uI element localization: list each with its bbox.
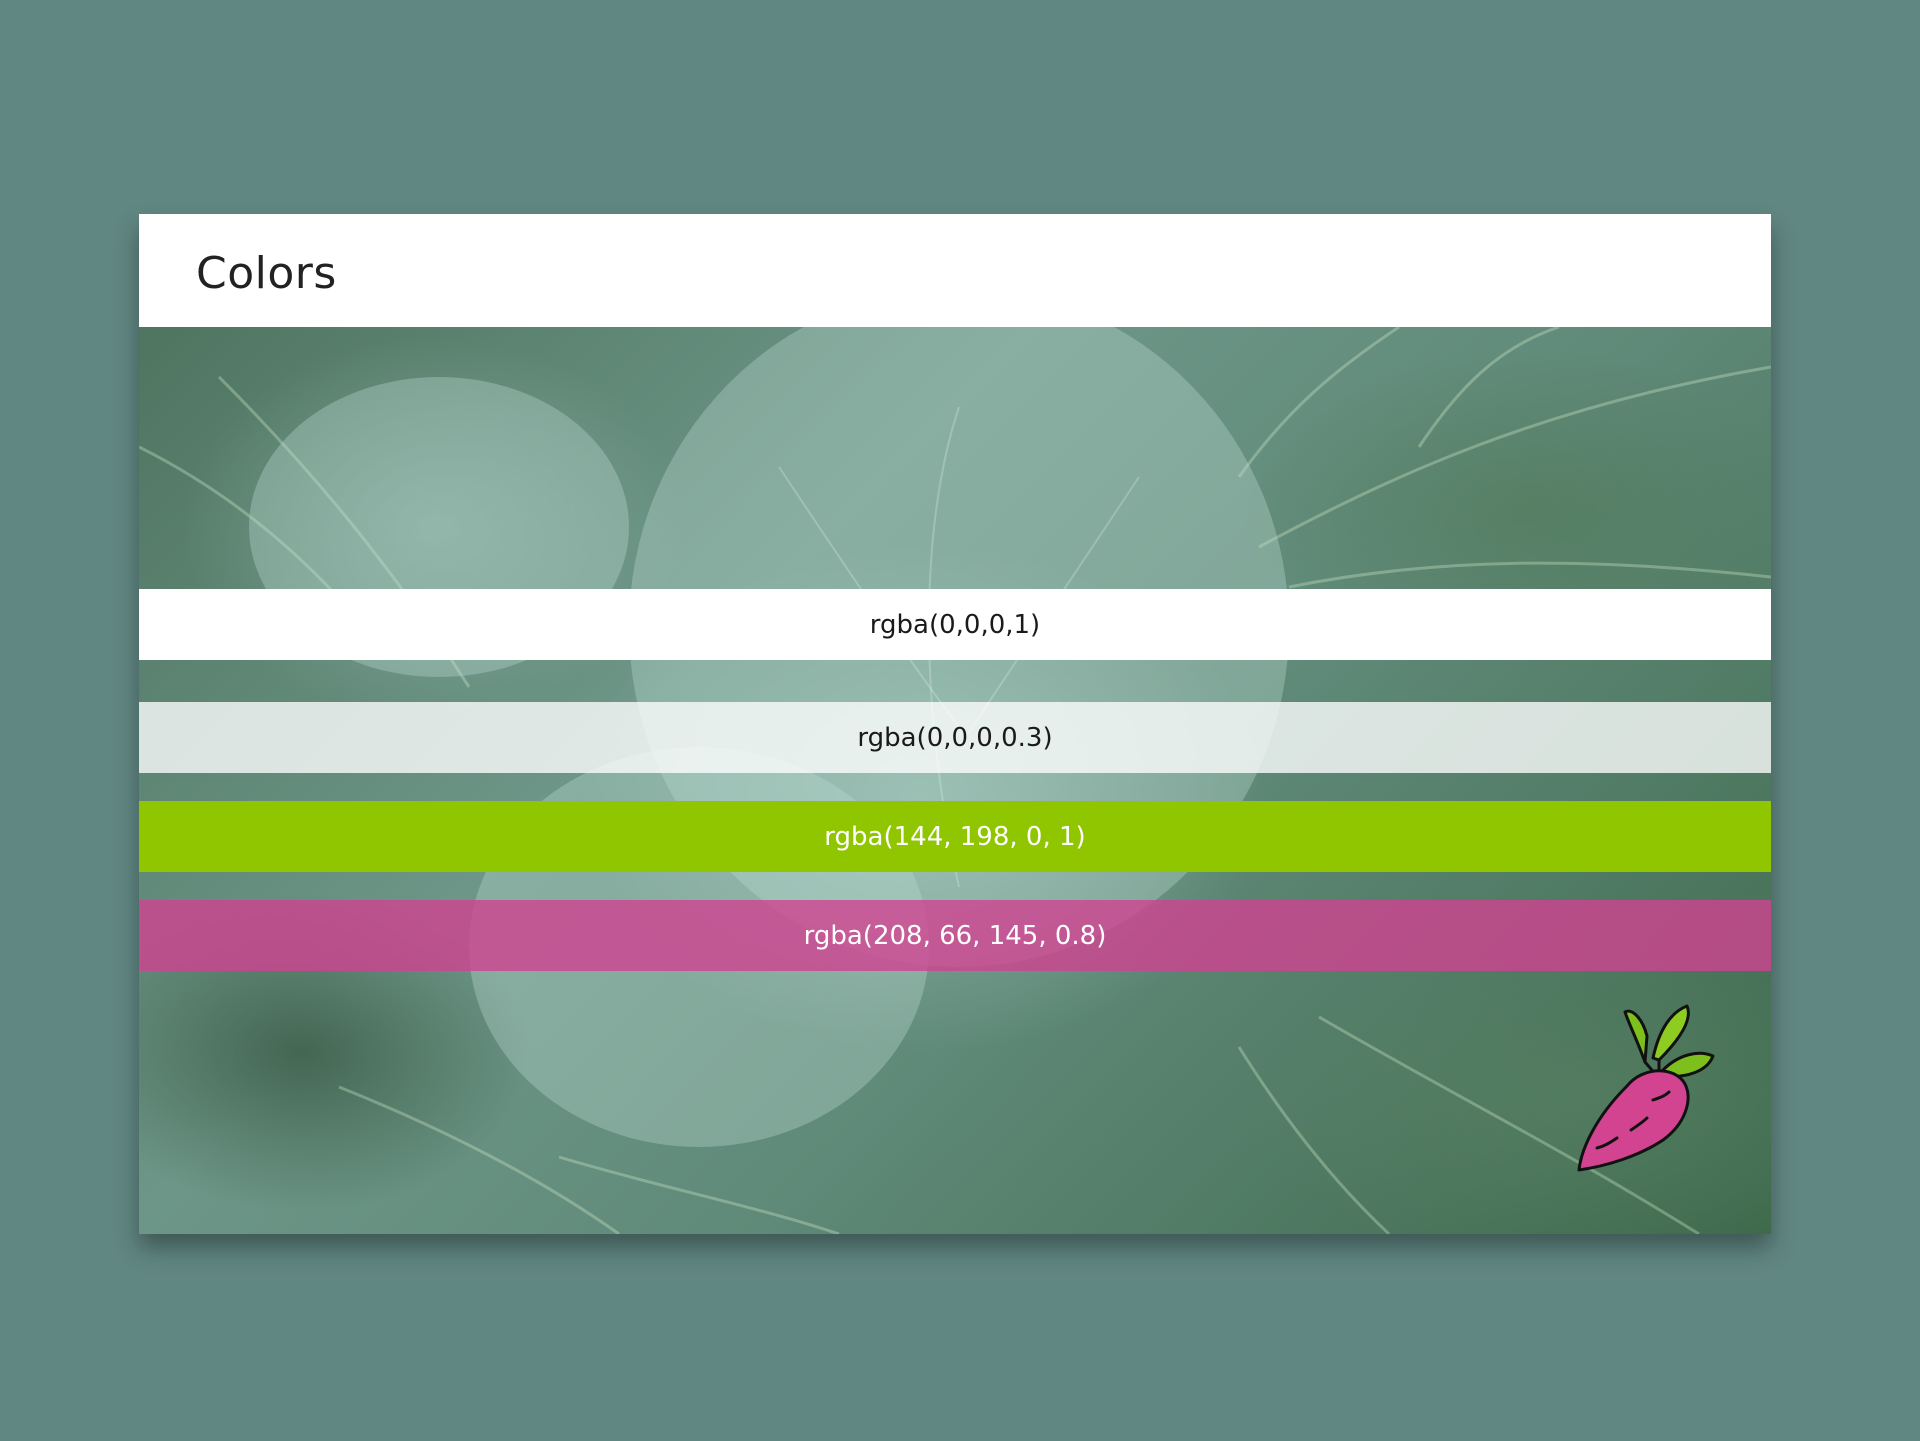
swatch-label: rgba(0,0,0,1) (869, 609, 1041, 640)
swatch-label: rgba(144, 198, 0, 1) (824, 821, 1086, 852)
swatch-green: rgba(144, 198, 0, 1) (139, 801, 1771, 872)
beet-icon (1577, 1004, 1715, 1172)
card-header: Colors (139, 214, 1771, 327)
swatch-label: rgba(0,0,0,0.3) (857, 722, 1053, 753)
swatch-pink: rgba(208, 66, 145, 0.8) (139, 900, 1771, 971)
swatch-black: rgba(0,0,0,1) (139, 589, 1771, 660)
card-title: Colors (196, 248, 337, 299)
colors-card: Colors rgba(0,0,0,1) rgba(0,0,0,0.3) rgb… (139, 214, 1771, 1234)
swatch-black-30: rgba(0,0,0,0.3) (139, 702, 1771, 773)
cabbage-photo (139, 327, 1771, 1234)
cabbage-leaf-veins (139, 327, 1771, 1234)
swatch-label: rgba(208, 66, 145, 0.8) (803, 920, 1107, 951)
